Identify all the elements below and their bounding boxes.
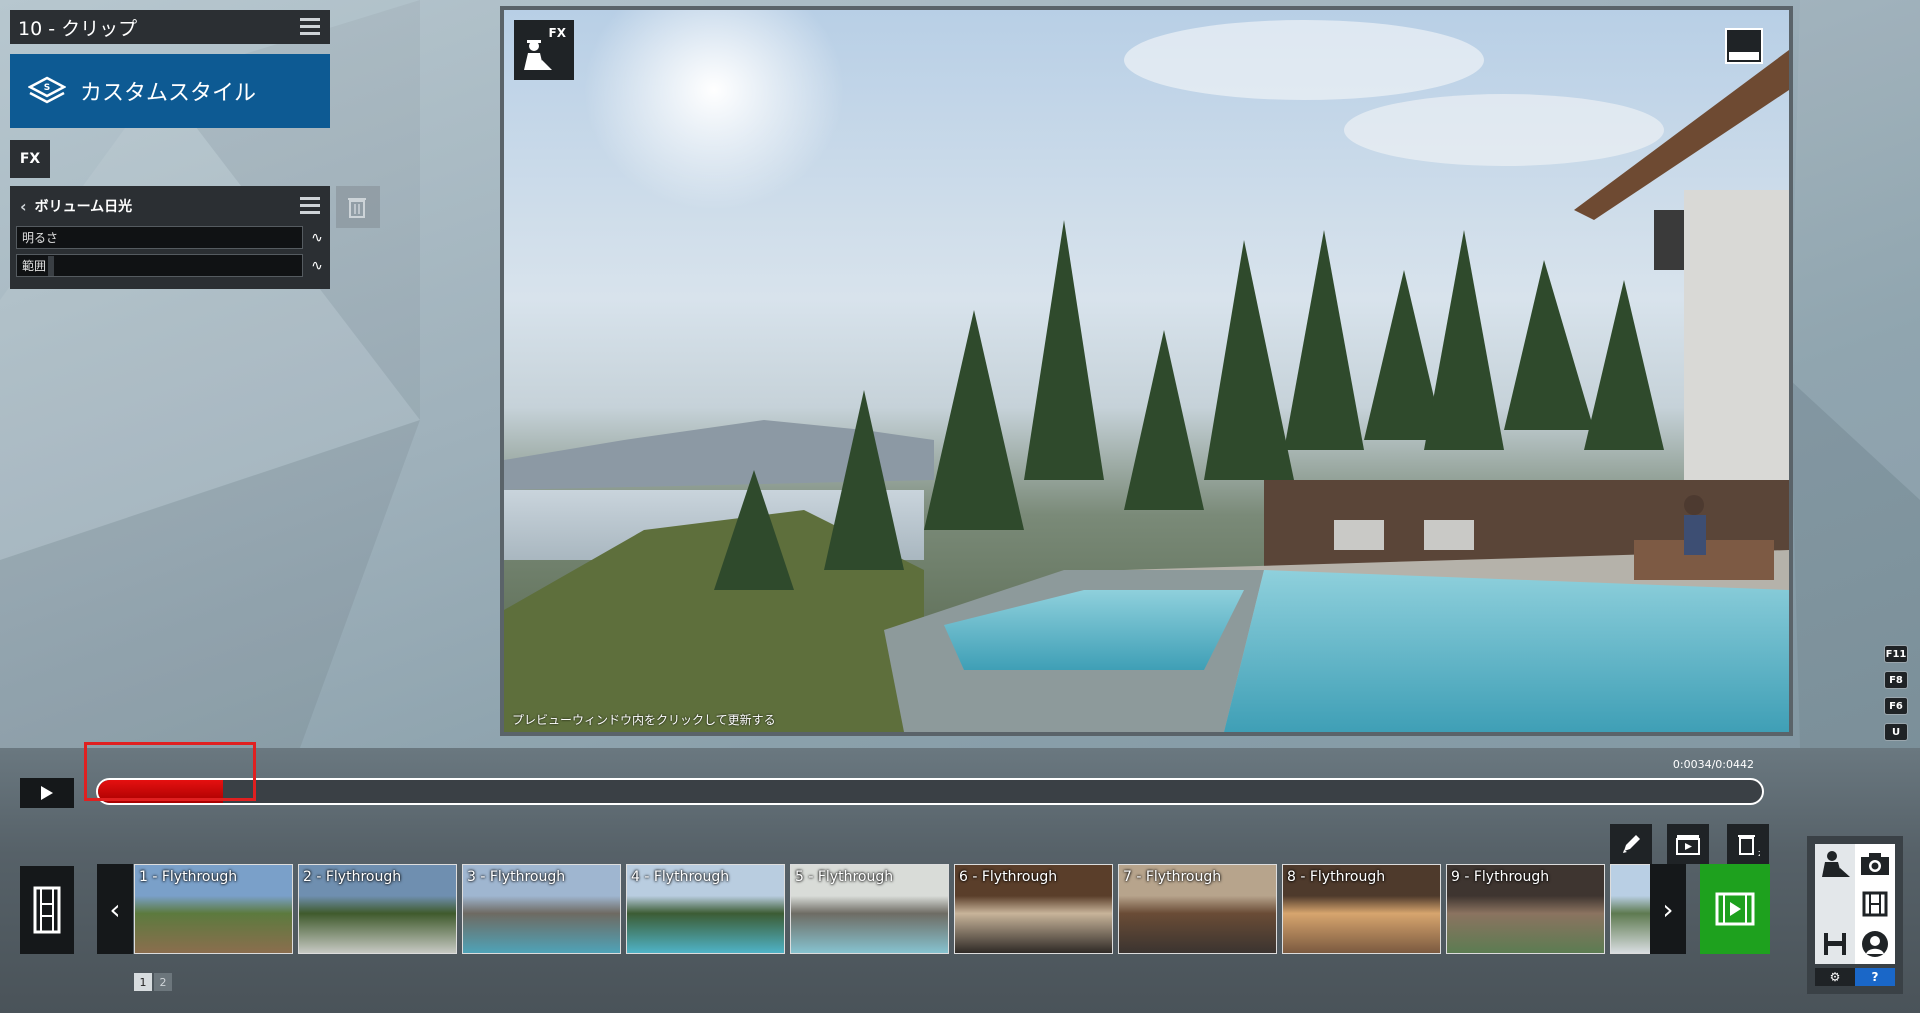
brightness-slider[interactable]: 明るさ [16, 226, 303, 249]
add-video-icon [1715, 892, 1755, 926]
floppy-disk-icon [1824, 933, 1846, 955]
time-readout: 0:0034/0:0442 [1672, 758, 1754, 771]
chevron-right-icon: › [1662, 892, 1674, 926]
delete-clip-button[interactable]: 2x [1727, 824, 1769, 864]
help-button[interactable]: ? [1855, 968, 1895, 986]
range-slider[interactable]: 範囲 [16, 254, 303, 277]
edit-clip-button[interactable] [1610, 824, 1652, 864]
play-icon [41, 786, 53, 800]
curve-icon[interactable]: ∿ [308, 256, 326, 276]
effect-menu-icon[interactable] [300, 197, 320, 215]
clip-thumbnail[interactable]: 1 - Flythrough [134, 864, 293, 954]
preview-hint: プレビューウィンドウ内をクリックして更新する [512, 713, 776, 727]
preview-fx-label: FX [548, 26, 566, 40]
clip-label: 3 - Flythrough [467, 869, 566, 885]
key-u-button[interactable]: U [1884, 723, 1908, 741]
camera-icon [1861, 853, 1889, 875]
svg-text:S: S [44, 83, 50, 93]
clip-thumbnail[interactable]: 6 - Flythrough [954, 864, 1113, 954]
chevron-left-icon: ‹ [109, 892, 121, 926]
clip-label: 5 - Flythrough [795, 869, 894, 885]
clip-thumbnail[interactable]: 5 - Flythrough [790, 864, 949, 954]
add-clip-button[interactable] [1700, 864, 1770, 954]
save-button[interactable] [1815, 924, 1855, 964]
clip-thumbnail[interactable] [1610, 864, 1650, 954]
clip-label: 9 - Flythrough [1451, 869, 1550, 885]
gear-icon: ⚙ [1829, 970, 1841, 984]
clip-pager: 1 2 [134, 973, 172, 991]
custom-style-label: カスタムスタイル [80, 81, 257, 106]
clapper-icon [1676, 835, 1700, 855]
showcase-mode-button[interactable] [1855, 924, 1895, 964]
play-button[interactable] [20, 778, 74, 808]
clip-label: 7 - Flythrough [1123, 869, 1222, 885]
clip-thumbnail[interactable]: 8 - Flythrough [1282, 864, 1441, 954]
clip-title: 10 - クリップ [18, 17, 138, 40]
page-1-button[interactable]: 1 [134, 973, 152, 991]
trash-icon [348, 198, 366, 218]
person-circle-icon [1862, 931, 1888, 957]
movie-mode-tab[interactable] [1855, 884, 1895, 924]
effect-header[interactable]: ‹ ボリューム日光 [10, 186, 330, 226]
empty-mode-cell [1815, 884, 1855, 924]
param-label: 範囲 [22, 259, 47, 273]
clip-label: 1 - Flythrough [139, 869, 238, 885]
preview-window[interactable]: FX プレビューウィンドウ内をクリックして更新する [500, 6, 1793, 736]
clip-properties-button[interactable] [1667, 824, 1709, 864]
movie-mode-button[interactable] [20, 866, 74, 954]
photo-mode-button[interactable] [1855, 844, 1895, 884]
worker-icon [1822, 851, 1850, 877]
clip-header: 10 - クリップ [10, 10, 330, 44]
build-mode-button[interactable] [1815, 844, 1855, 884]
clip-label: 8 - Flythrough [1287, 869, 1386, 885]
curve-icon[interactable]: ∿ [308, 228, 326, 248]
preview-fx-button[interactable]: FX [514, 20, 574, 80]
page-2-button[interactable]: 2 [154, 973, 172, 991]
clip-thumbnail[interactable]: 7 - Flythrough [1118, 864, 1277, 954]
back-chevron-icon[interactable]: ‹ [20, 197, 27, 216]
clip-thumbnail[interactable]: 2 - Flythrough [298, 864, 457, 954]
timeline-scrubber[interactable] [96, 778, 1764, 805]
shortcut-keys: F11 F8 F6 U [1884, 645, 1910, 749]
next-clips-button[interactable]: › [1650, 864, 1686, 954]
clip-label: 2 - Flythrough [303, 869, 402, 885]
fx-tab[interactable]: FX [10, 140, 50, 178]
prev-clips-button[interactable]: ‹ [97, 864, 133, 954]
preview-fullscreen-toggle[interactable] [1725, 28, 1763, 64]
delete-effect-button[interactable] [336, 186, 380, 228]
clip-thumbnail[interactable]: 3 - Flythrough [462, 864, 621, 954]
worker-icon [524, 40, 552, 70]
param-label: 明るさ [22, 231, 59, 245]
style-layers-icon: S [28, 76, 66, 104]
trash-icon: 2x [1738, 835, 1760, 857]
effect-panel: ‹ ボリューム日光 明るさ ∿ 範囲 ∿ [10, 186, 330, 289]
clip-strip: 1 - Flythrough 2 - Flythrough 3 - Flythrou… [134, 864, 1650, 954]
film-strip-icon [33, 886, 61, 934]
key-f11-button[interactable]: F11 [1884, 645, 1908, 663]
clip-menu-icon[interactable] [300, 18, 320, 36]
preview-scene [504, 10, 1789, 732]
timeline-progress [98, 780, 223, 803]
clip-thumbnail[interactable]: 9 - Flythrough [1446, 864, 1605, 954]
settings-button[interactable]: ⚙ [1815, 968, 1855, 986]
pencil-icon [1623, 835, 1640, 853]
key-f8-button[interactable]: F8 [1884, 671, 1908, 689]
clip-thumbnail[interactable]: 4 - Flythrough [626, 864, 785, 954]
film-strip-icon [1862, 891, 1888, 917]
clip-label: 6 - Flythrough [959, 869, 1058, 885]
param-row-range: 範囲 ∿ [16, 254, 326, 277]
param-row-brightness: 明るさ ∿ [16, 226, 326, 249]
custom-style-button[interactable]: S カスタムスタイル [10, 54, 330, 128]
mode-panel: ⚙ ? [1807, 836, 1903, 994]
effect-title: ボリューム日光 [34, 199, 133, 215]
svg-text:2x: 2x [1758, 850, 1760, 857]
key-f6-button[interactable]: F6 [1884, 697, 1908, 715]
clip-label: 4 - Flythrough [631, 869, 730, 885]
